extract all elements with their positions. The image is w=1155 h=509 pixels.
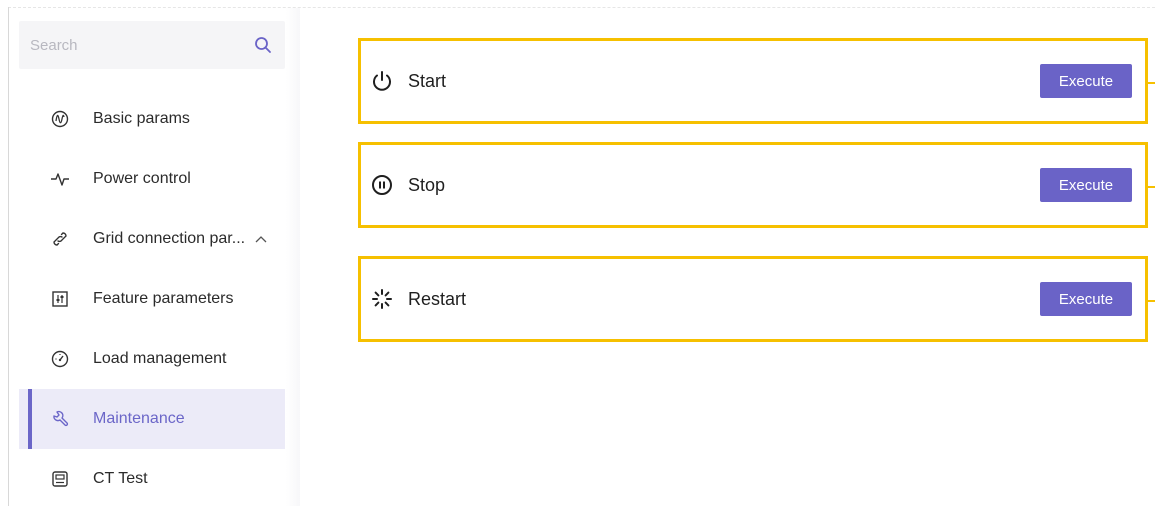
card-connector [1148, 300, 1155, 302]
action-card-start: Start Execute [358, 38, 1155, 124]
gauge-icon [50, 349, 70, 369]
sidebar-item-power-control[interactable]: Power control [19, 149, 285, 209]
card-connector [1148, 82, 1155, 84]
execute-restart-button[interactable]: Execute [1040, 282, 1132, 316]
sidebar-item-label: Feature parameters [93, 290, 234, 307]
sidebar-item-label: CT Test [93, 470, 148, 487]
search-icon[interactable] [253, 35, 273, 55]
waveform-circle-icon [50, 109, 70, 129]
sidebar-item-load-management[interactable]: Load management [19, 329, 285, 389]
sidebar-item-ct-test[interactable]: CT Test [19, 449, 285, 509]
power-icon [370, 69, 394, 93]
action-label: Start [408, 70, 447, 91]
search-input[interactable]: Search [30, 37, 253, 54]
sidebar-item-basic-params[interactable]: Basic params [19, 89, 285, 149]
execute-stop-button[interactable]: Execute [1040, 168, 1132, 202]
card-connector [1148, 186, 1155, 188]
app-window: Search Basic params Power control Grid c… [0, 0, 1155, 506]
sidebar-item-label: Grid connection par... [93, 230, 246, 247]
action-card-stop: Stop Execute [358, 142, 1155, 228]
pause-circle-icon [370, 173, 394, 197]
sliders-icon [50, 289, 70, 309]
sidebar-item-grid-connection[interactable]: Grid connection par... [19, 209, 285, 269]
link-icon [50, 229, 70, 249]
sidebar-edge [286, 8, 300, 506]
action-card-restart: Restart Execute [358, 256, 1155, 342]
action-label: Restart [408, 288, 467, 309]
action-label: Stop [408, 174, 446, 195]
sidebar-item-label: Load management [93, 350, 227, 367]
loading-icon [370, 287, 394, 311]
search-box[interactable]: Search [19, 21, 285, 69]
execute-start-button[interactable]: Execute [1040, 64, 1132, 98]
active-indicator [28, 389, 32, 449]
meter-icon [50, 469, 70, 489]
sidebar-item-label: Basic params [93, 110, 190, 127]
sidebar-item-label: Maintenance [93, 410, 185, 427]
chevron-up-icon[interactable] [255, 235, 267, 243]
pulse-icon [50, 169, 70, 189]
sidebar-item-feature-parameters[interactable]: Feature parameters [19, 269, 285, 329]
sidebar-item-maintenance[interactable]: Maintenance [19, 389, 285, 449]
sidebar-item-label: Power control [93, 170, 191, 187]
wrench-icon [50, 409, 70, 429]
